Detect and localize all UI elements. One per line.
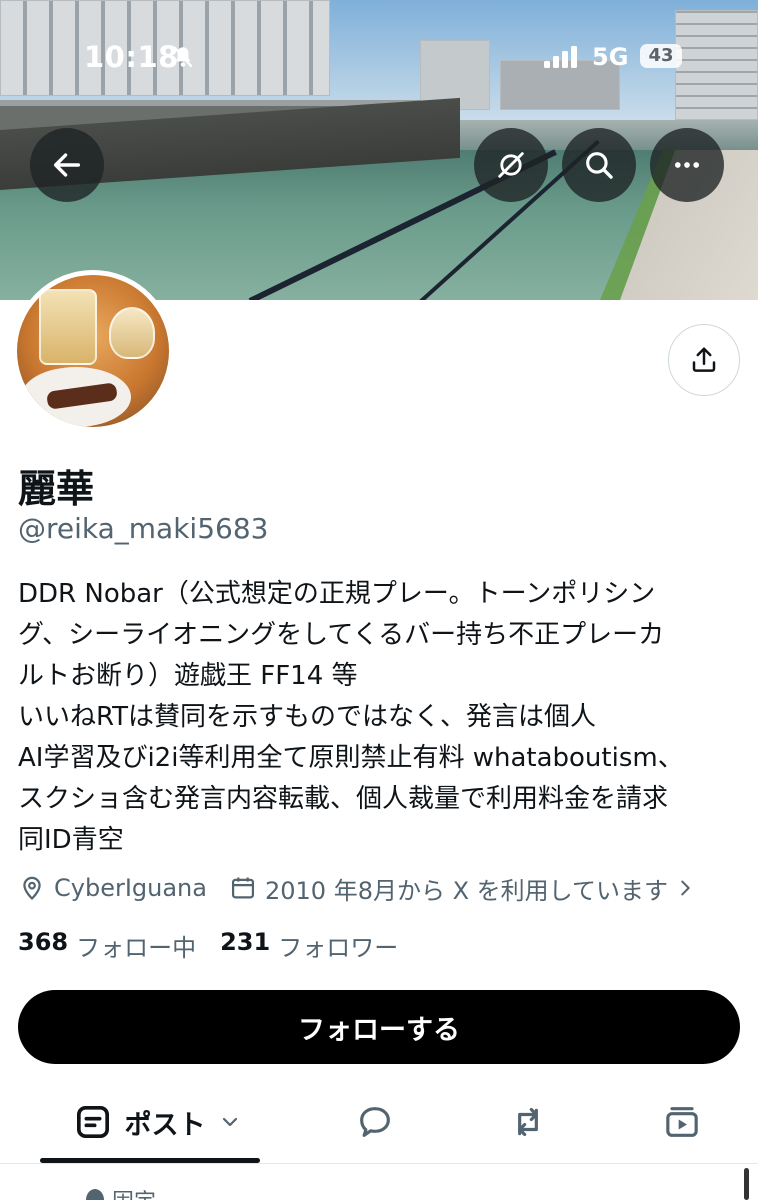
location-text: CyberIguana — [54, 874, 207, 902]
bio-line: DDR Nobar（公式想定の正規プレー。トーンポリシン — [18, 579, 656, 609]
tab-replies[interactable] — [345, 1090, 405, 1154]
tab-posts[interactable]: ポスト — [62, 1090, 252, 1154]
following-count: 368 — [18, 928, 69, 956]
bio-line: グ、シーライオニングをしてくるバー持ち不正プレーカ — [18, 620, 665, 650]
chevron-right-icon — [681, 880, 690, 896]
pin-icon — [86, 1189, 104, 1200]
hide-button[interactable] — [474, 128, 548, 202]
following-link[interactable]: 368 フォロー中 — [18, 928, 196, 963]
chevron-down-icon[interactable] — [218, 1110, 242, 1134]
location: CyberIguana — [18, 874, 207, 902]
bio-line: 同ID青空 — [18, 825, 124, 855]
search-button[interactable] — [562, 128, 636, 202]
more-icon — [674, 162, 700, 168]
status-time: 10:18 — [84, 40, 179, 74]
avatar-photo-glass — [109, 307, 155, 359]
followers-link[interactable]: 231 フォロワー — [220, 928, 398, 963]
signal-icon — [544, 46, 577, 68]
share-button[interactable] — [668, 324, 740, 396]
bell-muted-icon — [173, 46, 193, 68]
share-icon — [692, 347, 716, 372]
followers-label: フォロワー — [278, 934, 399, 962]
posts-icon — [76, 1106, 109, 1138]
join-date-text: 2010 年8月から X を利用しています — [264, 876, 668, 905]
scrollbar[interactable] — [744, 1168, 749, 1200]
avatar-photo-glass — [39, 289, 97, 365]
follow-button[interactable]: フォローする — [18, 990, 740, 1064]
bio-line: スクショ含む発言内容転載、個人裁量で利用料金を請求 — [18, 784, 669, 814]
status-bar: 10:18 5G 43 — [0, 38, 758, 78]
media-play-icon — [666, 1107, 698, 1137]
hide-icon — [498, 152, 524, 178]
battery-indicator: 43 — [640, 44, 682, 68]
join-date[interactable]: 2010 年8月から X を利用しています — [229, 871, 696, 906]
location-pin-icon — [23, 876, 41, 901]
pinned-label: 固定 — [112, 1184, 156, 1200]
tab-posts-label: ポスト — [124, 1109, 206, 1141]
display-name: 麗華 — [18, 467, 95, 511]
back-arrow-icon — [53, 153, 81, 177]
reply-bubble-icon — [360, 1107, 390, 1137]
repost-icon — [518, 1107, 538, 1137]
tab-reposts[interactable] — [498, 1090, 558, 1154]
avatar[interactable] — [12, 270, 174, 432]
profile-tabs: ポスト — [0, 1090, 758, 1164]
followers-count: 231 — [220, 928, 271, 956]
bio-line: AI学習及びi2i等利用全て原則禁止有料 whataboutism、 — [18, 743, 684, 773]
bio-line: ルトお断り）遊戯王 FF14 等 — [18, 661, 358, 691]
profile-page: 10:18 5G 43 麗華 @reika_maki5683 DDR Nobar… — [0, 0, 758, 1200]
network-type: 5G — [592, 43, 629, 71]
follow-counts: 368 フォロー中 231 フォロワー — [18, 928, 422, 963]
pinned-indicator: 固定 — [86, 1184, 156, 1200]
profile-meta: CyberIguana 2010 年8月から X を利用しています — [18, 870, 718, 906]
tab-media[interactable] — [652, 1090, 712, 1154]
following-label: フォロー中 — [76, 934, 197, 962]
back-button[interactable] — [30, 128, 104, 202]
bio-line: いいねRTは賛同を示すものではなく、発言は個人 — [18, 702, 597, 732]
search-icon — [586, 152, 613, 179]
calendar-icon — [231, 877, 255, 899]
tabs-divider — [0, 1163, 758, 1164]
more-button[interactable] — [650, 128, 724, 202]
profile-bio: DDR Nobar（公式想定の正規プレー。トーンポリシン グ、シーライオニングを… — [18, 574, 748, 861]
profile-banner[interactable]: 10:18 5G 43 — [0, 0, 758, 300]
user-handle: @reika_maki5683 — [18, 512, 269, 545]
